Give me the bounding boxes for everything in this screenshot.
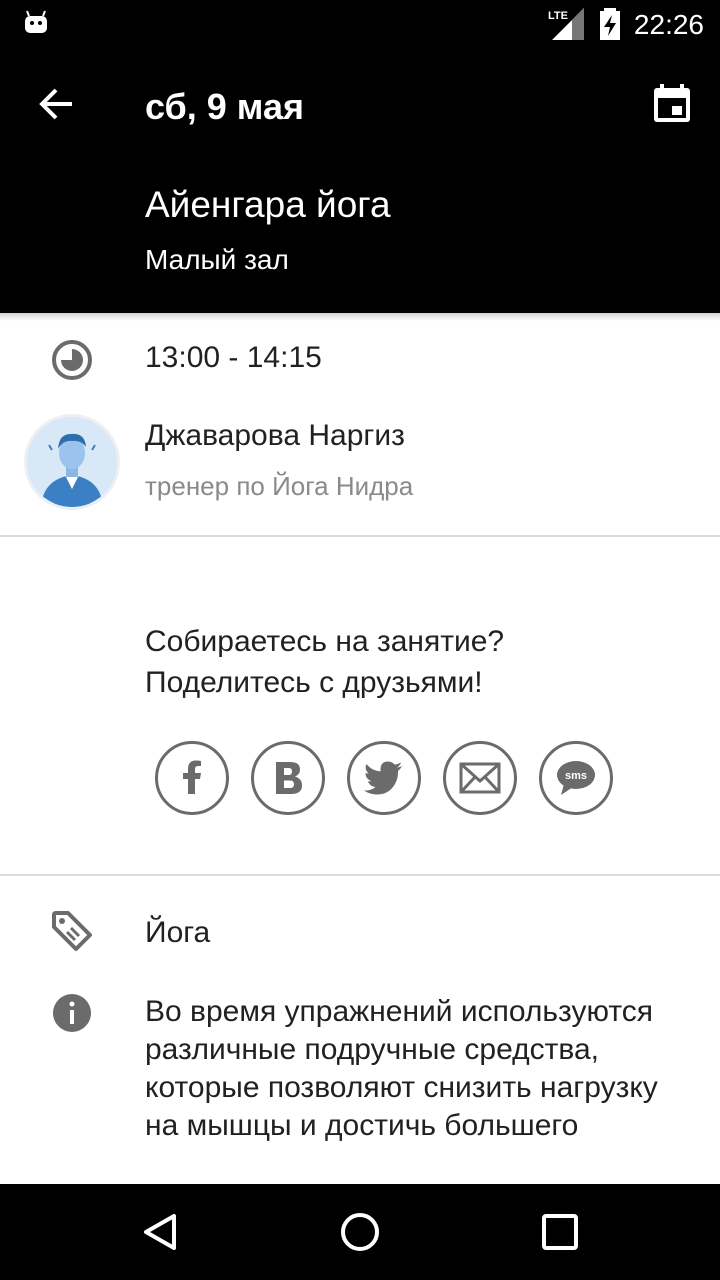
twitter-icon [364,761,402,795]
calendar-icon[interactable] [650,82,694,126]
page-date: сб, 9 мая [145,86,304,127]
trainer-avatar[interactable] [24,414,120,510]
tag-icon [52,911,92,951]
info-icon [53,994,91,1032]
back-arrow-icon[interactable] [36,84,76,124]
lte-signal-icon: LTE [548,8,584,40]
app-header: сб, 9 мая Айенгара йога Малый зал [0,48,720,313]
sms-bubble-icon: sms [557,761,595,795]
twitter-share-button[interactable] [347,741,421,815]
class-title: Айенгара йога [145,184,391,225]
share-buttons: sms [155,741,625,815]
trainer-name[interactable]: Джаварова Наргиз [145,419,405,453]
battery-charging-icon [600,8,620,40]
recents-square-icon[interactable] [536,1208,584,1256]
divider [0,535,720,537]
class-time: 13:00 - 14:15 [145,341,322,374]
sms-share-button[interactable]: sms [539,741,613,815]
envelope-icon [459,762,501,794]
class-description: Во время упражнений используются различн… [145,995,658,1142]
share-prompt-line1: Собираетесь на занятие? [145,625,505,658]
share-prompt-line2: Поделитесь с друзьями! [145,666,483,699]
navigation-bar [0,1184,720,1280]
trainer-role: тренер по Йога Нидра [145,471,414,501]
svg-text:sms: sms [565,770,587,782]
status-time: 22:26 [633,9,704,40]
clock-icon [52,340,92,380]
vk-share-button[interactable] [251,741,325,815]
status-bar: LTE 22:26 [0,0,720,48]
divider [0,874,720,876]
facebook-share-button[interactable] [155,741,229,815]
room-name: Малый зал [145,244,289,275]
category-label: Йога [145,916,211,949]
email-share-button[interactable] [443,741,517,815]
class-details: 13:00 - 14:15 Джаварова Наргиз тренер по… [0,313,720,1184]
header-shadow [0,313,720,321]
home-circle-icon[interactable] [336,1208,384,1256]
svg-text:LTE: LTE [548,10,568,22]
vk-icon [276,762,302,794]
facebook-icon [183,760,201,794]
person-avatar-icon [27,417,117,507]
android-notification-icon [25,10,47,33]
back-triangle-icon[interactable] [136,1208,184,1256]
share-prompt: Собираетесь на занятие? Поделитесь с дру… [145,621,504,703]
